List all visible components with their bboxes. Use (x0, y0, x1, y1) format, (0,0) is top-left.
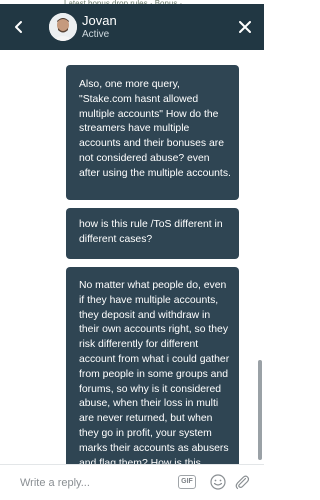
emoji-button[interactable] (209, 473, 227, 491)
back-button[interactable] (8, 16, 30, 38)
smiley-icon (210, 474, 226, 490)
attach-button[interactable] (233, 473, 251, 491)
chevron-left-icon (15, 21, 22, 33)
message-list[interactable]: Also, one more query, "Stake.com hasnt a… (0, 50, 264, 464)
message-bubble: how is this rule /ToS different in diffe… (66, 208, 239, 259)
message-bubble: No matter what people do, even if they h… (66, 267, 239, 464)
gif-button[interactable]: GIF (178, 475, 196, 489)
paperclip-icon (235, 475, 250, 490)
reply-input[interactable] (0, 465, 170, 500)
avatar (49, 13, 77, 41)
agent-name: Jovan (82, 13, 117, 28)
close-icon (239, 21, 251, 33)
chat-header: Jovan Active (0, 4, 264, 50)
chat-window: Latest bonus drop rules · Bonus · Jovan … (0, 0, 264, 500)
composer: GIF (0, 464, 264, 500)
scrollbar[interactable] (258, 360, 262, 460)
agent-status: Active (82, 29, 110, 40)
message-bubble: Also, one more query, "Stake.com hasnt a… (66, 65, 239, 200)
close-button[interactable] (234, 16, 256, 38)
